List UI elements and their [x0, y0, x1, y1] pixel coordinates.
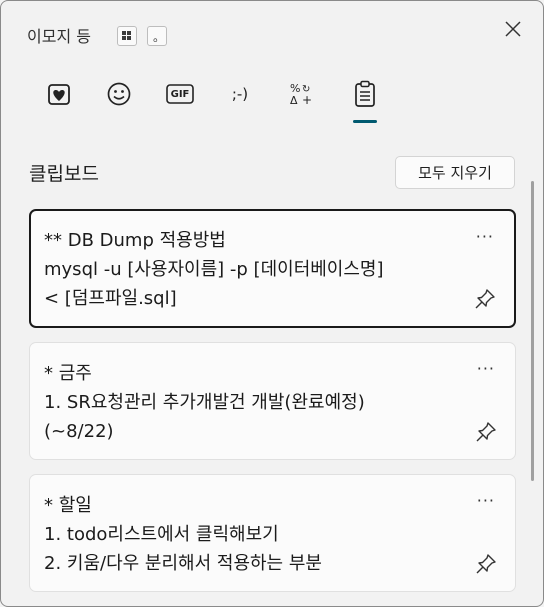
clipboard-item-text: * 금주 1. SR요청관리 추가개발건 개발(완료예정) (~8/22)	[44, 363, 365, 442]
clipboard-item[interactable]: * 금주 1. SR요청관리 추가개발건 개발(완료예정) (~8/22) ··…	[29, 342, 516, 460]
selected-tab-indicator	[353, 120, 377, 123]
clipboard-icon	[355, 80, 375, 107]
tab-kaomoji[interactable]: ;-)	[216, 71, 264, 117]
period-key-icon: 。	[147, 26, 167, 46]
clipboard-item-text: ** DB Dump 적용방법 mysql -u [사용자이름] -p [데이터…	[44, 230, 384, 309]
kaomoji-label: ;-)	[231, 85, 249, 103]
windows-key-icon	[117, 26, 137, 46]
clipboard-item[interactable]: ** DB Dump 적용방법 mysql -u [사용자이름] -p [데이터…	[29, 209, 516, 328]
scrollbar[interactable]	[531, 181, 534, 481]
clipboard-section-title: 클립보드	[29, 163, 99, 185]
svg-text:+: +	[302, 93, 312, 107]
tab-clipboard[interactable]	[341, 71, 389, 117]
more-options-button[interactable]: ···	[477, 361, 495, 377]
clipboard-item[interactable]: * 할일 1. todo리스트에서 클릭해보기 2. 키움/다우 분리해서 적용…	[29, 474, 516, 592]
tab-symbols[interactable]: % ↻ Δ +	[277, 71, 325, 117]
more-options-button[interactable]: ···	[476, 229, 494, 245]
pin-icon[interactable]	[475, 421, 497, 443]
emoji-panel-window: 이모지 등 。 GIF ;-) % ↻ Δ + 클립보드 모두 지우기 ** D…	[0, 0, 544, 607]
close-icon	[505, 21, 521, 37]
panel-title: 이모지 등	[27, 27, 91, 46]
gif-label: GIF	[170, 88, 190, 100]
title-bar: 이모지 등 。	[1, 1, 543, 61]
more-options-button[interactable]: ···	[477, 493, 495, 509]
tab-kaomoji-stickers[interactable]	[35, 71, 83, 117]
symbols-icon: % ↻ Δ +	[290, 82, 312, 107]
sticker-heart-icon	[48, 84, 70, 105]
smiley-icon	[107, 82, 131, 106]
close-button[interactable]	[497, 13, 529, 45]
clipboard-item-text: * 할일 1. todo리스트에서 클릭해보기 2. 키움/다우 분리해서 적용…	[44, 495, 322, 574]
tab-gif[interactable]: GIF	[156, 71, 204, 117]
category-tabs: GIF ;-) % ↻ Δ +	[1, 71, 543, 127]
tab-emoji[interactable]	[95, 71, 143, 117]
clear-all-button[interactable]: 모두 지우기	[395, 156, 515, 189]
pin-icon[interactable]	[474, 288, 496, 310]
pin-icon[interactable]	[475, 553, 497, 575]
svg-text:Δ: Δ	[290, 94, 298, 107]
